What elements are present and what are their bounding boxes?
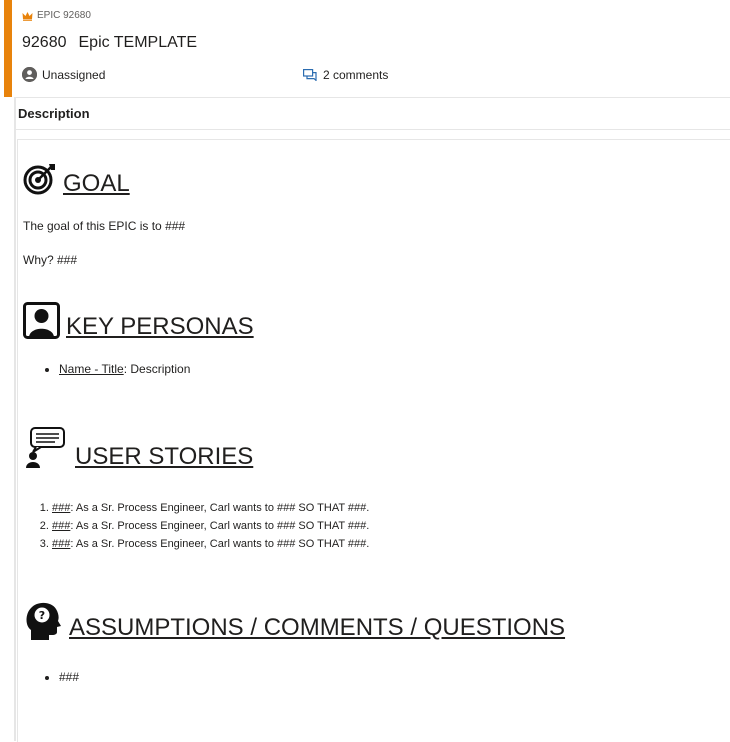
- assumptions-heading: ? ASSUMPTIONS / COMMENTS / QUESTIONS: [23, 600, 565, 640]
- personas-list: Name - Title: Description: [23, 362, 190, 376]
- list-item: ###: As a Sr. Process Engineer, Carl wan…: [52, 499, 369, 517]
- unassigned-avatar-icon: [22, 67, 37, 82]
- work-item-type-label: EPIC 92680: [37, 10, 91, 21]
- personas-heading: KEY PERSONAS: [23, 302, 254, 339]
- target-icon: [23, 164, 55, 195]
- goal-heading: GOAL: [23, 162, 130, 196]
- speaking-person-icon: [26, 427, 65, 468]
- story-text: : As a Sr. Process Engineer, Carl wants …: [70, 538, 370, 550]
- assumptions-heading-text: ASSUMPTIONS / COMMENTS / QUESTIONS: [69, 614, 566, 641]
- stories-heading: USER STORIES: [23, 427, 253, 469]
- list-item: ###: [59, 670, 79, 684]
- work-item-header: EPIC 92680 92680 Epic TEMPLATE Unassigne…: [14, 0, 730, 98]
- goal-statement: The goal of this EPIC is to ###: [23, 219, 186, 233]
- stories-heading-text: USER STORIES: [75, 443, 254, 470]
- work-item-title-text[interactable]: Epic TEMPLATE: [79, 34, 198, 52]
- goal-why: Why? ###: [23, 253, 78, 267]
- work-item-type: EPIC 92680: [22, 10, 91, 21]
- list-item: ###: As a Sr. Process Engineer, Carl wan…: [52, 535, 369, 553]
- story-text: : As a Sr. Process Engineer, Carl wants …: [70, 502, 370, 514]
- divider: [14, 97, 16, 741]
- work-item-color-bar: [4, 0, 12, 97]
- assumptions-list: ###: [23, 670, 79, 684]
- story-text: : As a Sr. Process Engineer, Carl wants …: [70, 520, 370, 532]
- work-item-meta: Unassigned 2 comments: [22, 67, 722, 87]
- description-editor[interactable]: GOAL The goal of this EPIC is to ### Why…: [17, 139, 730, 742]
- description-header: Description: [18, 106, 90, 121]
- personas-heading-text: KEY PERSONAS: [66, 313, 254, 340]
- crown-icon: [22, 11, 33, 21]
- person-portrait-icon: [23, 302, 60, 339]
- comments-icon: [303, 69, 317, 81]
- assignee-picker[interactable]: Unassigned: [22, 67, 105, 82]
- story-link[interactable]: ###: [52, 502, 70, 514]
- work-item-id: 92680: [22, 34, 67, 51]
- goal-heading-text: GOAL: [63, 170, 130, 197]
- persona-link[interactable]: Name - Title: [59, 362, 124, 376]
- assignee-label: Unassigned: [42, 67, 106, 82]
- story-link[interactable]: ###: [52, 538, 70, 550]
- stories-list: ###: As a Sr. Process Engineer, Carl wan…: [23, 499, 369, 553]
- work-item-title: 92680 Epic TEMPLATE: [22, 34, 197, 52]
- svg-text:?: ?: [39, 609, 45, 622]
- list-item: ###: As a Sr. Process Engineer, Carl wan…: [52, 517, 369, 535]
- list-item: Name - Title: Description: [59, 362, 190, 376]
- comments-link[interactable]: 2 comments: [303, 68, 388, 82]
- comments-count: 2 comments: [323, 68, 389, 82]
- head-question-icon: ?: [26, 602, 61, 640]
- persona-description: : Description: [123, 362, 191, 376]
- left-rail: [0, 0, 12, 741]
- story-link[interactable]: ###: [52, 520, 70, 532]
- divider: [14, 129, 730, 130]
